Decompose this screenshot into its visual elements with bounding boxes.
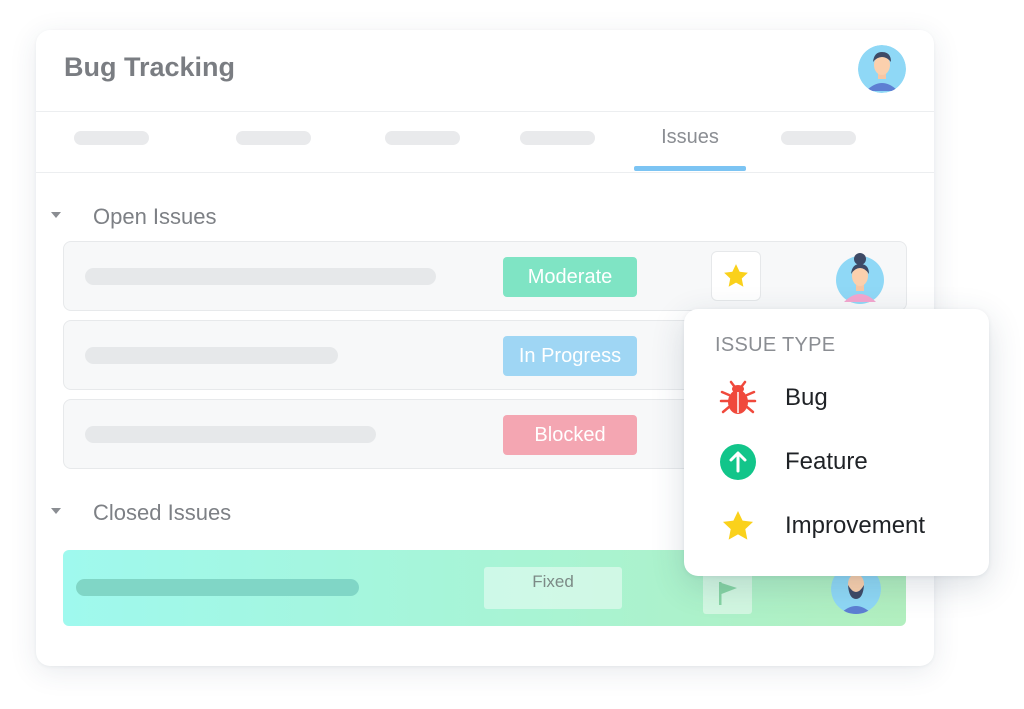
issue-type-dropdown: ISSUE TYPE Bug Feature Improvement [684,309,989,576]
assignee-avatar[interactable] [835,248,885,304]
menu-item-label: Improvement [785,512,926,539]
priority-button[interactable] [711,251,761,301]
header-divider [36,111,934,112]
issue-title-placeholder [85,426,376,443]
active-tab-indicator [634,166,746,171]
status-badge: Moderate [503,257,637,297]
tab-placeholder-3[interactable] [385,131,460,145]
issue-title-placeholder [76,579,359,596]
collapse-caret-icon[interactable] [51,508,61,514]
arrow-up-circle-icon [718,442,758,482]
star-icon [718,506,758,546]
closed-issues-heading: Closed Issues [93,500,232,525]
issue-type-heading: ISSUE TYPE [715,334,836,356]
user-avatar[interactable] [858,45,906,93]
menu-item-label: Feature [785,448,868,475]
flag-button[interactable] [703,572,752,614]
issue-title-placeholder [85,347,338,364]
bug-icon [718,378,758,418]
tab-placeholder-1[interactable] [74,131,149,145]
tab-issues[interactable]: Issues [634,126,746,149]
menu-item-label: Bug [785,384,828,411]
issue-row[interactable]: Moderate [63,241,907,311]
menu-item-feature[interactable]: Feature [718,442,868,482]
collapse-caret-icon[interactable] [51,212,61,218]
app-title: Bug Tracking [64,52,236,82]
status-badge: Blocked [503,415,637,455]
status-badge: In Progress [503,336,637,376]
status-badge: Fixed [484,567,622,609]
star-icon [724,264,748,287]
menu-item-bug[interactable]: Bug [718,378,828,418]
tabs-divider [36,172,934,173]
flag-icon [718,582,737,605]
open-issues-heading: Open Issues [93,204,217,229]
tab-placeholder-4[interactable] [520,131,595,145]
issue-title-placeholder [85,268,436,285]
menu-item-improvement[interactable]: Improvement [718,506,925,546]
tab-placeholder-5[interactable] [781,131,856,145]
tab-placeholder-2[interactable] [236,131,311,145]
